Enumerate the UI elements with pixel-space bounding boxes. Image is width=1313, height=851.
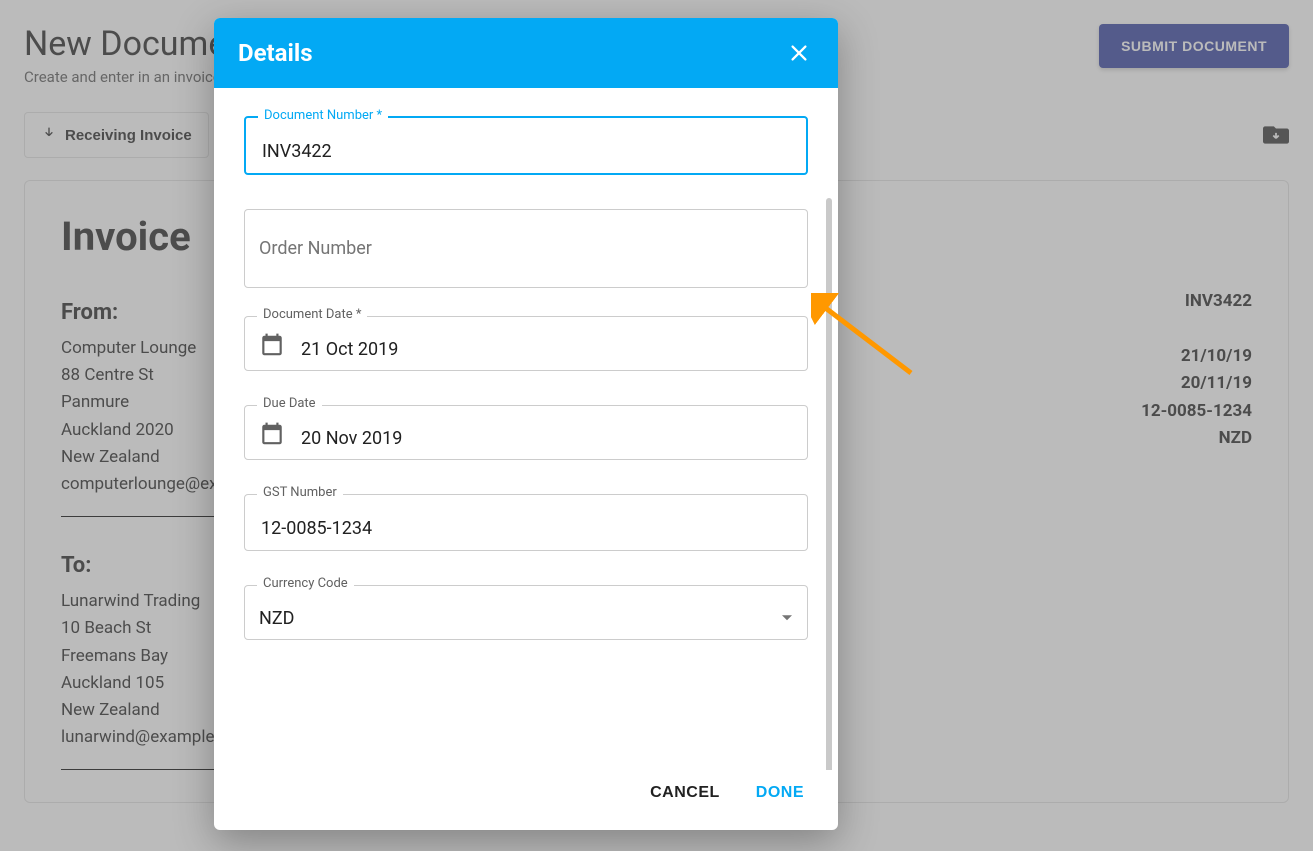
- gst-number-label: GST Number: [257, 485, 343, 500]
- close-button[interactable]: [784, 38, 814, 68]
- calendar-icon: [259, 331, 285, 361]
- due-date-label: Due Date: [257, 396, 322, 411]
- cancel-button[interactable]: CANCEL: [646, 778, 724, 808]
- details-modal: Details Document Number * Order Number D…: [214, 18, 838, 830]
- gst-number-field[interactable]: GST Number: [244, 494, 808, 551]
- chevron-down-icon: [781, 607, 793, 626]
- document-number-label: Document Number *: [258, 108, 388, 123]
- modal-actions: CANCEL DONE: [214, 770, 838, 830]
- document-date-field[interactable]: Document Date * 21 Oct 2019: [244, 316, 808, 371]
- calendar-icon: [259, 420, 285, 450]
- done-button[interactable]: DONE: [752, 778, 808, 808]
- currency-code-field[interactable]: Currency Code NZD: [244, 585, 808, 640]
- modal-header: Details: [214, 18, 838, 88]
- order-number-placeholder: Order Number: [259, 238, 372, 259]
- due-date-field[interactable]: Due Date 20 Nov 2019: [244, 405, 808, 460]
- document-number-field[interactable]: Document Number *: [244, 116, 808, 175]
- document-number-input[interactable]: [260, 140, 792, 163]
- document-date-label: Document Date *: [257, 307, 367, 322]
- currency-code-value: NZD: [259, 608, 793, 629]
- close-icon: [788, 42, 810, 64]
- order-number-field[interactable]: Order Number: [244, 209, 808, 288]
- scrollbar[interactable]: [826, 198, 832, 770]
- document-date-value: 21 Oct 2019: [301, 339, 793, 360]
- currency-code-label: Currency Code: [257, 576, 354, 591]
- gst-number-input[interactable]: [259, 517, 793, 540]
- due-date-value: 20 Nov 2019: [301, 428, 793, 449]
- modal-title: Details: [238, 39, 313, 67]
